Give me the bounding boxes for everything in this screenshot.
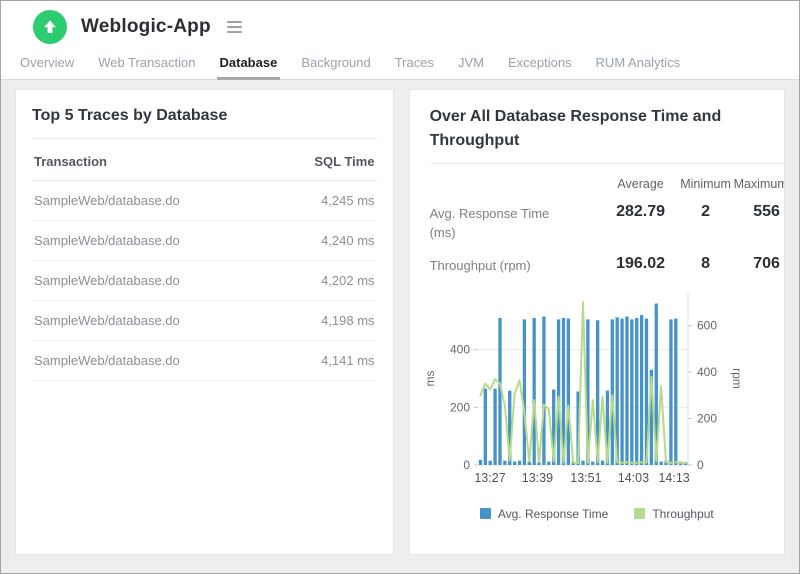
sql-time-value: 4,198 ms [321,313,374,328]
tab-database[interactable]: Database [217,55,281,80]
tab-rum-analytics[interactable]: RUM Analytics [593,55,684,80]
tab-exceptions[interactable]: Exceptions [505,55,575,80]
legend-swatch [634,508,645,519]
top-traces-panel: Top 5 Traces by Database Transaction SQL… [15,89,394,555]
sql-time-value: 4,240 ms [321,233,374,248]
stat-row-label: Avg. Response Time (ms) [430,191,602,243]
hamburger-menu-icon[interactable] [223,17,246,37]
stats-corner [430,164,602,177]
chart-legend: Avg. Response Time Throughput [410,507,784,521]
sql-time-value: 4,245 ms [321,193,374,208]
svg-text:0: 0 [463,458,470,472]
svg-text:13:27: 13:27 [474,471,505,485]
top-traces-title: Top 5 Traces by Database [32,90,377,138]
svg-text:200: 200 [697,411,717,425]
svg-text:13:39: 13:39 [521,471,552,485]
col-average: Average [602,164,680,191]
svg-text:200: 200 [450,400,470,414]
col-sql-time: SQL Time [314,154,374,169]
transaction-name: SampleWeb/database.do [34,233,180,248]
response-throughput-title: Over All Database Response Time and Thro… [410,90,784,163]
transaction-name: SampleWeb/database.do [34,313,180,328]
tab-overview[interactable]: Overview [17,55,77,80]
svg-text:13:51: 13:51 [570,471,601,485]
response-throughput-panel: Over All Database Response Time and Thro… [409,89,785,555]
transaction-name: SampleWeb/database.do [34,273,180,288]
app-status-badge [33,10,67,44]
col-maximum: Maximum [732,164,785,191]
svg-text:400: 400 [697,365,717,379]
table-row[interactable]: SampleWeb/database.do 4,202 ms [32,261,377,301]
table-row[interactable]: SampleWeb/database.do 4,240 ms [32,221,377,261]
throughput-average: 196.02 [602,243,680,273]
sql-time-value: 4,141 ms [321,353,374,368]
response-throughput-chart[interactable]: 0 200 400 0 200 400 600 ms rpm 13:27 13:39 13:51 14:… [420,284,784,503]
svg-text:14:13: 14:13 [658,471,689,485]
avg-response-average: 282.79 [602,191,680,221]
page-title: Weblogic-App [81,16,211,38]
arrow-up-icon [41,18,59,36]
table-row[interactable]: SampleWeb/database.do 4,198 ms [32,301,377,341]
legend-item[interactable]: Avg. Response Time [480,507,609,521]
svg-text:400: 400 [450,342,470,356]
app-window: Weblogic-App Overview Web Transaction Da… [0,0,800,574]
svg-text:0: 0 [697,458,704,472]
tab-bar: Overview Web Transaction Database Backgr… [1,53,799,80]
tab-web-transaction[interactable]: Web Transaction [95,55,198,80]
svg-text:14:03: 14:03 [617,471,648,485]
table-row[interactable]: SampleWeb/database.do 4,141 ms [32,341,377,381]
table-row[interactable]: SampleWeb/database.do 4,245 ms [32,181,377,221]
title-bar: Weblogic-App [1,1,799,53]
col-minimum: Minimum [680,164,732,191]
svg-text:rpm: rpm [730,368,742,389]
throughput-minimum: 8 [680,243,732,273]
avg-response-maximum: 556 [732,191,785,221]
tab-jvm[interactable]: JVM [455,55,487,80]
col-transaction: Transaction [34,154,107,169]
legend-label: Throughput [652,507,713,521]
stats-table: Average Minimum Maximum Avg. Response Ti… [410,164,784,276]
transaction-name: SampleWeb/database.do [34,353,180,368]
legend-swatch [480,508,491,519]
sql-time-value: 4,202 ms [321,273,374,288]
legend-item[interactable]: Throughput [634,507,713,521]
throughput-maximum: 706 [732,243,785,273]
tab-background[interactable]: Background [298,55,373,80]
traces-table-header: Transaction SQL Time [32,139,377,181]
transaction-name: SampleWeb/database.do [34,193,180,208]
stat-row-label: Throughput (rpm) [430,243,602,276]
legend-label: Avg. Response Time [498,507,609,521]
avg-response-minimum: 2 [680,191,732,221]
content-area: Top 5 Traces by Database Transaction SQL… [1,80,799,574]
tab-traces[interactable]: Traces [392,55,437,80]
svg-text:600: 600 [697,318,717,332]
svg-text:ms: ms [423,370,437,386]
